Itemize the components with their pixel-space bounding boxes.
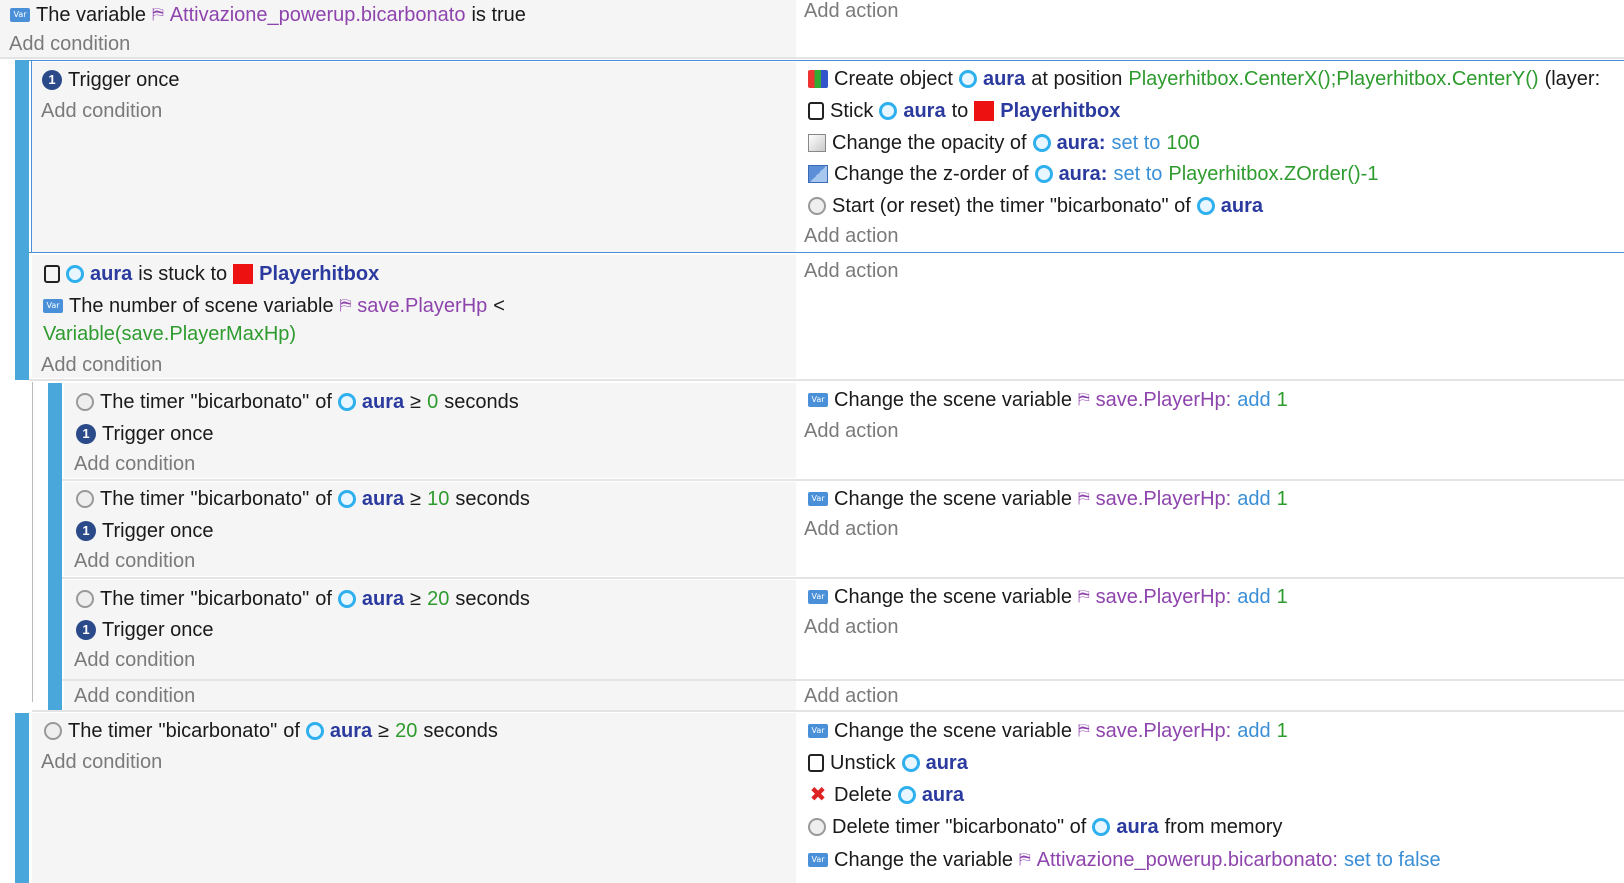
- event3-bar: [15, 713, 29, 883]
- sub-event-3-add-condition[interactable]: Add condition: [74, 645, 195, 675]
- sub-event-1-add-condition[interactable]: Add condition: [74, 449, 195, 479]
- trigger-once-icon: 1: [76, 521, 96, 541]
- variable-symbol-icon: ⛿: [1077, 588, 1090, 605]
- aura-object-icon: [337, 490, 356, 508]
- variable-symbol-icon: ⛿: [1077, 722, 1090, 739]
- aura-object-icon: [337, 590, 356, 608]
- playerhitbox-object-icon: [233, 264, 254, 284]
- event2-separator: [29, 379, 1624, 381]
- trigger-once-icon: 1: [42, 70, 62, 90]
- variable-icon: Var: [808, 590, 828, 604]
- event3-action-delete-timer[interactable]: Delete timer "bicarbonato" of aura from …: [808, 812, 1282, 842]
- event0-add-condition[interactable]: Add condition: [9, 29, 130, 59]
- sub-event-3-condition-timer[interactable]: The timer "bicarbonato" of aura ≥ 20 sec…: [76, 584, 530, 614]
- variable-symbol-icon: ⛿: [1077, 391, 1090, 408]
- event2-condition-is-stuck[interactable]: aura is stuck to Playerhitbox: [44, 259, 379, 289]
- event2-condition-scene-variable[interactable]: Var The number of scene variable ⛿ save.…: [43, 291, 505, 321]
- aura-object-icon: [958, 70, 977, 88]
- stick-icon: [808, 102, 824, 120]
- sub-event-2-add-condition[interactable]: Add condition: [74, 546, 195, 576]
- event2-add-action[interactable]: Add action: [804, 256, 899, 286]
- aura-object-icon: [1092, 818, 1111, 836]
- event2-condition-expression: Variable(save.PlayerMaxHp): [43, 323, 297, 345]
- z-order-icon: [808, 165, 828, 183]
- aura-object-icon: [897, 786, 916, 804]
- timer-icon: [808, 818, 826, 836]
- sub-event-4-add-action[interactable]: Add action: [804, 681, 899, 711]
- event1-action-opacity[interactable]: Change the opacity of aura: set to 100: [808, 128, 1200, 158]
- unstick-icon: [808, 754, 824, 772]
- variable-icon: Var: [808, 724, 828, 738]
- event1-action-start-timer[interactable]: Start (or reset) the timer "bicarbonato"…: [808, 191, 1263, 221]
- event2-add-condition[interactable]: Add condition: [41, 350, 162, 380]
- trigger-once-icon: 1: [76, 620, 96, 640]
- sub-event-2-add-action[interactable]: Add action: [804, 514, 899, 544]
- event3-add-condition[interactable]: Add condition: [41, 747, 162, 777]
- variable-symbol-icon: ⛿: [339, 297, 352, 314]
- sub-event-3-action-change-variable[interactable]: Var Change the scene variable ⛿ save.Pla…: [808, 582, 1288, 612]
- trigger-once-icon: 1: [76, 424, 96, 444]
- variable-symbol-icon: ⛿: [152, 6, 164, 23]
- event1-selection-top: [29, 60, 1624, 61]
- sub-event-1-condition-trigger-once[interactable]: 1 Trigger once: [76, 419, 214, 449]
- event1-action-zorder[interactable]: Change the z-order of aura: set to Playe…: [808, 159, 1378, 189]
- event3-action-change-global-variable[interactable]: Var Change the variable ⛿ Attivazione_po…: [808, 845, 1441, 875]
- sub-event-1-add-action[interactable]: Add action: [804, 416, 899, 446]
- tree-connector: [32, 382, 33, 702]
- stick-icon: [44, 265, 60, 283]
- event1-add-action[interactable]: Add action: [804, 221, 899, 251]
- event1-selection-left: [31, 60, 32, 253]
- variable-symbol-icon: ⛿: [1077, 490, 1090, 507]
- sub-event-2-condition-trigger-once[interactable]: 1 Trigger once: [76, 516, 214, 546]
- sub-event-3-condition-trigger-once[interactable]: 1 Trigger once: [76, 615, 214, 645]
- sub-event-2-condition-timer[interactable]: The timer "bicarbonato" of aura ≥ 10 sec…: [76, 484, 530, 514]
- sub-event-1-action-change-variable[interactable]: Var Change the scene variable ⛿ save.Pla…: [808, 385, 1288, 415]
- delete-icon: ✖: [809, 784, 827, 806]
- variable-icon: Var: [43, 299, 63, 313]
- event1-selection-bottom: [29, 252, 1624, 253]
- timer-icon: [76, 490, 94, 508]
- event0-condition-variable[interactable]: Var The variable ⛿ Attivazione_powerup.b…: [10, 0, 526, 30]
- aura-object-icon: [1034, 165, 1053, 183]
- event1-add-condition[interactable]: Add condition: [41, 96, 162, 126]
- sub-event-3-add-action[interactable]: Add action: [804, 612, 899, 642]
- event3-action-unstick[interactable]: Unstick aura: [808, 748, 968, 778]
- aura-object-icon: [1196, 197, 1215, 215]
- aura-object-icon: [66, 265, 84, 283]
- event3-action-change-variable[interactable]: Var Change the scene variable ⛿ save.Pla…: [808, 716, 1288, 746]
- event0-add-action[interactable]: Add action: [804, 0, 899, 26]
- opacity-icon: [808, 134, 826, 152]
- event1-condition-trigger-once[interactable]: 1 Trigger once: [42, 65, 180, 95]
- sub-event-bar: [48, 383, 62, 712]
- event0-separator: [0, 57, 1624, 59]
- aura-object-icon: [879, 102, 898, 120]
- timer-icon: [76, 393, 94, 411]
- sub-event-2-action-change-variable[interactable]: Var Change the scene variable ⛿ save.Pla…: [808, 484, 1288, 514]
- timer-icon: [76, 590, 94, 608]
- sub-event-4-add-condition[interactable]: Add condition: [74, 681, 195, 711]
- variable-icon: Var: [808, 393, 828, 407]
- aura-object-icon: [1032, 134, 1051, 152]
- aura-object-icon: [337, 393, 356, 411]
- sub-event-1-separator: [62, 479, 1624, 481]
- sub-event-1-condition-timer[interactable]: The timer "bicarbonato" of aura ≥ 0 seco…: [76, 387, 519, 417]
- event1-action-stick[interactable]: Stick aura to Playerhitbox: [808, 96, 1120, 126]
- variable-icon: Var: [10, 8, 30, 22]
- sub-event-2-separator: [62, 577, 1624, 579]
- variable-icon: Var: [808, 492, 828, 506]
- event3-action-delete[interactable]: ✖ Delete aura: [808, 780, 964, 810]
- event1-action-create-object[interactable]: Create object aura at position Playerhit…: [808, 64, 1600, 94]
- event3-condition-timer[interactable]: The timer "bicarbonato" of aura ≥ 20 sec…: [44, 716, 498, 746]
- event-group-bar-outer: [15, 60, 29, 380]
- timer-icon: [808, 197, 826, 215]
- timer-icon: [44, 722, 62, 740]
- create-object-icon: [808, 70, 828, 88]
- variable-symbol-icon: ⛿: [1019, 851, 1031, 868]
- playerhitbox-object-icon: [974, 101, 995, 121]
- aura-object-icon: [305, 722, 324, 740]
- variable-icon: Var: [808, 853, 828, 867]
- aura-object-icon: [901, 754, 920, 772]
